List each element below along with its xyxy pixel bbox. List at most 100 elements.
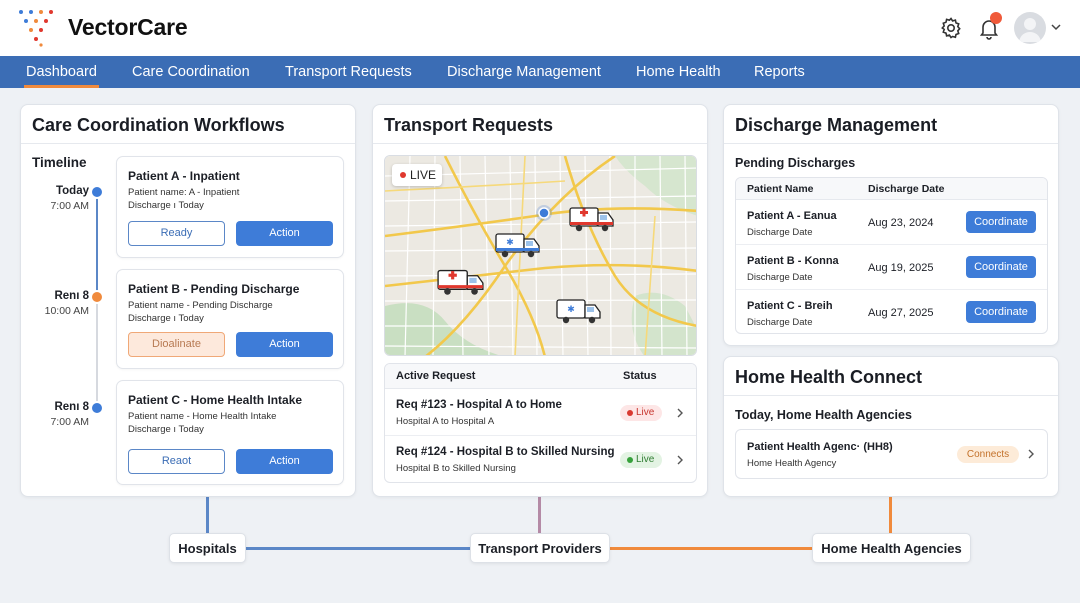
patient-sub: Discharge Date	[747, 227, 813, 238]
brand-name[interactable]: VectorCare	[68, 14, 188, 41]
main-nav: Dashboard Care Coordination Transport Re…	[0, 56, 1080, 88]
coordinate-button[interactable]: Coordinate	[966, 211, 1036, 233]
care-coordination-card: Care Coordination Workflows Timeline Tod…	[20, 104, 356, 497]
transport-homehealth-link	[609, 547, 813, 550]
timeline-time: 7:00 AM	[50, 200, 89, 212]
coordinate-button[interactable]: Coordinate	[966, 301, 1036, 323]
vectorcare-logo-icon	[19, 10, 53, 47]
action-button[interactable]: Action	[236, 332, 333, 357]
patient-sub: Discharge Date	[747, 272, 813, 283]
divider	[724, 143, 1058, 144]
patient-name: Patient B - Konna	[747, 255, 839, 267]
patient-name-line: Patient name: A - Inpatient	[128, 187, 240, 198]
nav-transport-requests[interactable]: Transport Requests	[283, 56, 414, 88]
live-map[interactable]: LIVE ✱ ✱	[384, 155, 697, 356]
coordinate-button[interactable]: Coordinate	[966, 256, 1036, 278]
patient-card-a[interactable]: Patient A - Inpatient Patient name: A - …	[116, 156, 344, 258]
node-home-health-agencies[interactable]: Home Health Agencies	[812, 533, 971, 563]
nav-home-health[interactable]: Home Health	[634, 56, 723, 88]
patient-discharge-line: Discharge ı Today	[128, 424, 204, 435]
patient-sub: Discharge Date	[747, 317, 813, 328]
table-row: Patient C - Breih Discharge Date Aug 27,…	[736, 290, 1047, 333]
request-title: Req #124 - Hospital B to Skilled Nursing	[396, 446, 615, 458]
chevron-right-icon[interactable]	[675, 407, 685, 419]
nav-dashboard[interactable]: Dashboard	[24, 56, 99, 88]
patient-title: Patient A - Inpatient	[128, 169, 240, 183]
patient-title: Patient C - Home Health Intake	[128, 393, 303, 407]
table-row: Patient A - Eanua Discharge Date Aug 23,…	[736, 200, 1047, 245]
avatar[interactable]	[1014, 12, 1046, 44]
card-title: Care Coordination Workflows	[32, 115, 285, 135]
timeline-line	[96, 297, 98, 407]
nav-reports[interactable]: Reports	[752, 56, 807, 88]
gear-icon[interactable]	[939, 16, 963, 40]
agency-row[interactable]: Patient Health Agenc· (HH8) Home Health …	[735, 429, 1048, 479]
ambulance-icon[interactable]	[568, 204, 616, 234]
divider	[21, 143, 355, 144]
chevron-right-icon[interactable]	[675, 454, 685, 466]
ambulance-icon[interactable]: ✱	[494, 230, 542, 260]
chevron-down-icon[interactable]	[1050, 22, 1062, 32]
ambulance-icon[interactable]: ✱	[555, 296, 603, 326]
agencies-subtitle: Today, Home Health Agencies	[735, 408, 912, 422]
agency-name: Patient Health Agenc· (HH8)	[747, 441, 893, 453]
col-active-request: Active Request	[396, 370, 476, 382]
nav-care-coordination[interactable]: Care Coordination	[130, 56, 252, 88]
timeline-line	[96, 196, 98, 296]
card-title: Transport Requests	[384, 115, 554, 135]
request-route: Hospital A to Hospital A	[396, 416, 495, 427]
patient-name-line: Patient name - Pending Discharge	[128, 300, 273, 311]
request-title: Req #123 - Hospital A to Home	[396, 399, 562, 411]
timeline-title: Timeline	[32, 155, 87, 170]
patient-name: Patient C - Breih	[747, 300, 833, 312]
live-indicator: LIVE	[392, 164, 442, 186]
timeline-label: Renı 8	[54, 401, 89, 413]
node-transport-providers[interactable]: Transport Providers	[470, 533, 610, 563]
timeline-label: Today	[55, 185, 89, 197]
col-status: Status	[623, 370, 657, 382]
patient-name-line: Patient name - Home Health Intake	[128, 411, 277, 422]
status-badge: Live	[620, 405, 663, 421]
table-row[interactable]: Req #123 - Hospital A to Home Hospital A…	[385, 389, 696, 436]
react-button[interactable]: Reaot	[128, 449, 225, 474]
card-title: Discharge Management	[735, 115, 938, 135]
nav-discharge-management[interactable]: Discharge Management	[445, 56, 603, 88]
timeline-dot	[90, 290, 104, 304]
action-button[interactable]: Action	[236, 221, 333, 246]
col-patient-name: Patient Name	[747, 183, 814, 195]
agency-type: Home Health Agency	[747, 458, 837, 469]
col-discharge-date: Discharge Date	[868, 183, 945, 195]
ambulance-icon[interactable]	[436, 266, 486, 298]
home-health-connector	[889, 495, 892, 535]
hospitals-transport-link	[245, 547, 471, 550]
top-header: VectorCare	[0, 0, 1080, 56]
discharge-date: Aug 27, 2025	[868, 307, 934, 319]
notification-badge	[990, 12, 1002, 24]
table-header: Active Request Status	[385, 364, 696, 389]
timeline-time: 7:00 AM	[50, 416, 89, 428]
node-hospitals[interactable]: Hospitals	[169, 533, 246, 563]
request-route: Hospital B to Skilled Nursing	[396, 463, 516, 474]
table-row[interactable]: Req #124 - Hospital B to Skilled Nursing…	[385, 436, 696, 482]
coordinate-button[interactable]: Dioalinate	[128, 332, 225, 357]
ready-button[interactable]: Ready	[128, 221, 225, 246]
pending-discharges-title: Pending Discharges	[735, 156, 856, 170]
active-requests-table: Active Request Status Req #123 - Hospita…	[384, 363, 697, 483]
patient-name: Patient A - Eanua	[747, 210, 837, 222]
divider	[373, 143, 707, 144]
table-row: Patient B - Konna Discharge Date Aug 19,…	[736, 245, 1047, 290]
patient-card-b[interactable]: Patient B - Pending Discharge Patient na…	[116, 269, 344, 369]
patient-card-c[interactable]: Patient C - Home Health Intake Patient n…	[116, 380, 344, 485]
chevron-right-icon[interactable]	[1026, 448, 1036, 460]
patient-discharge-line: Discharge ı Today	[128, 200, 204, 211]
discharge-date: Aug 23, 2024	[868, 217, 934, 229]
timeline-dot	[90, 401, 104, 415]
discharge-date: Aug 19, 2025	[868, 262, 934, 274]
svg-text:✱: ✱	[506, 238, 514, 248]
timeline-time: 10:00 AM	[44, 305, 89, 317]
discharge-management-card: Discharge Management Pending Discharges …	[723, 104, 1059, 346]
card-title: Home Health Connect	[735, 367, 923, 387]
timeline-dot	[90, 185, 104, 199]
patient-discharge-line: Discharge ı Today	[128, 313, 204, 324]
action-button[interactable]: Action	[236, 449, 333, 474]
